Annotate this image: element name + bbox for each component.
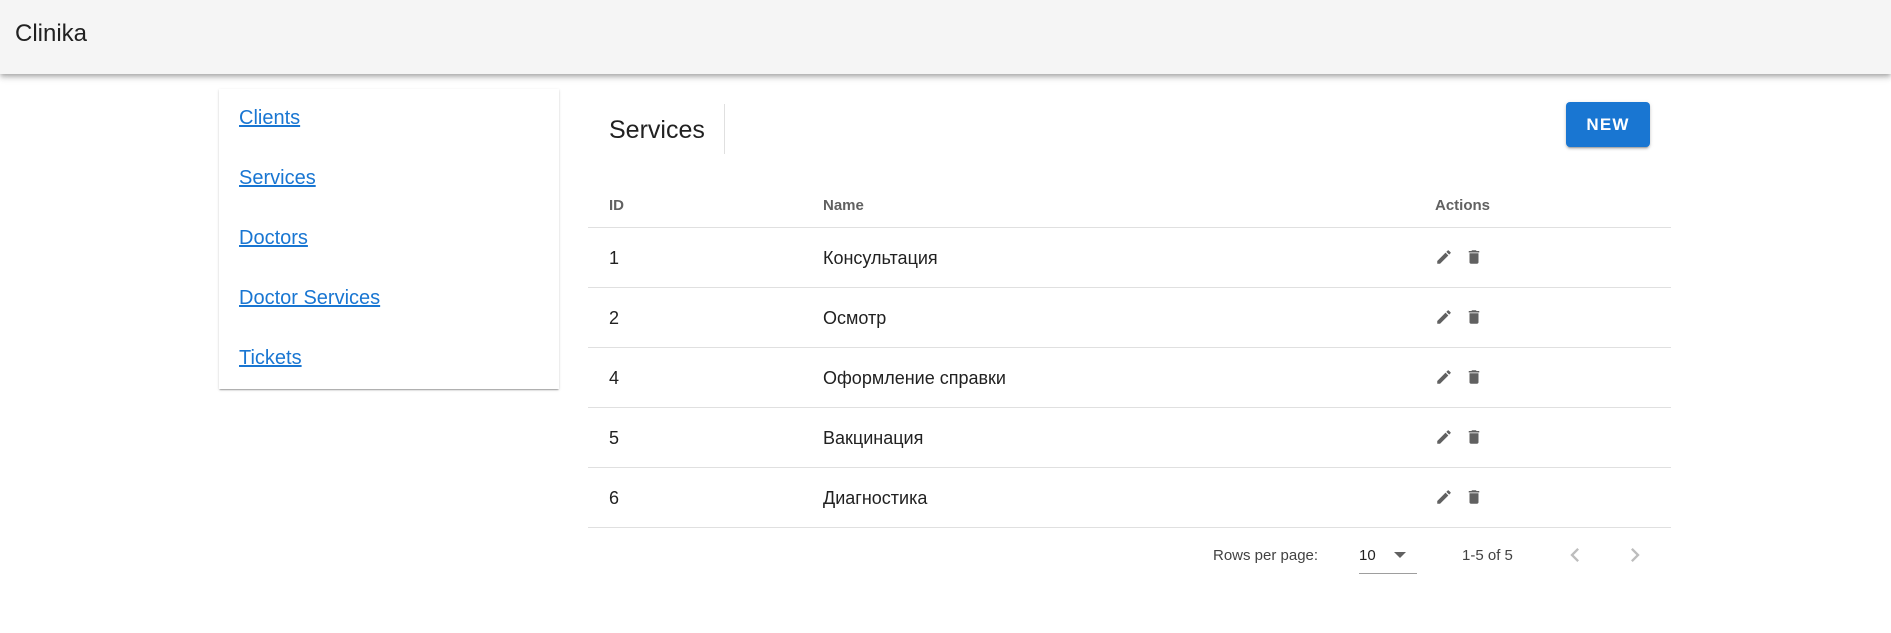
- cell-name: Осмотр: [823, 308, 887, 328]
- cell-id: 4: [609, 368, 620, 388]
- chevron-right-icon[interactable]: [1621, 541, 1649, 569]
- table-row: 6 Диагностика: [588, 468, 1671, 528]
- column-header-actions: Actions: [1435, 197, 1491, 214]
- app-title: Clinika: [15, 20, 88, 47]
- page-title: Services: [609, 116, 705, 144]
- trash-icon[interactable]: [1465, 488, 1483, 506]
- main-content: Services NEW ID Name Actions 1 Консульта…: [588, 74, 1671, 633]
- pencil-icon[interactable]: [1435, 308, 1453, 326]
- trash-icon[interactable]: [1465, 428, 1483, 446]
- cell-id: 1: [609, 248, 620, 268]
- table-header: ID Name Actions: [588, 167, 1671, 228]
- app-bar: Clinika: [0, 0, 1891, 74]
- table-row: 2 Осмотр: [588, 288, 1671, 348]
- sidebar-item-clients[interactable]: Clients: [239, 107, 300, 130]
- table-row: 5 Вакцинация: [588, 408, 1671, 468]
- sidebar-item-doctor-services[interactable]: Doctor Services: [239, 287, 380, 310]
- cell-id: 2: [609, 308, 620, 328]
- services-table: ID Name Actions 1 Консультация 2 Осмотр: [588, 167, 1671, 528]
- rows-per-page-label: Rows per page:: [1213, 547, 1319, 564]
- cell-name: Вакцинация: [823, 428, 924, 448]
- sidebar-item-doctors[interactable]: Doctors: [239, 227, 308, 250]
- cell-id: 6: [609, 488, 620, 508]
- table-row: 1 Консультация: [588, 228, 1671, 288]
- cell-name: Диагностика: [823, 488, 928, 508]
- pencil-icon[interactable]: [1435, 368, 1453, 386]
- pencil-icon[interactable]: [1435, 488, 1453, 506]
- sidebar-nav: Clients Services Doctors Doctor Services…: [219, 89, 559, 389]
- trash-icon[interactable]: [1465, 368, 1483, 386]
- pencil-icon[interactable]: [1435, 248, 1453, 266]
- column-header-id[interactable]: ID: [609, 197, 624, 214]
- cell-id: 5: [609, 428, 620, 448]
- pencil-icon[interactable]: [1435, 428, 1453, 446]
- table-row: 4 Оформление справки: [588, 348, 1671, 408]
- sidebar-item-tickets[interactable]: Tickets: [239, 347, 302, 370]
- new-button[interactable]: NEW: [1566, 102, 1650, 147]
- table-pagination: Rows per page: 10 1-5 of 5: [588, 537, 1671, 587]
- pagination-range: 1-5 of 5: [1462, 547, 1513, 564]
- cell-name: Консультация: [823, 248, 938, 268]
- rows-per-page-value: 10: [1359, 547, 1376, 564]
- trash-icon[interactable]: [1465, 308, 1483, 326]
- rows-per-page-select[interactable]: 10: [1359, 537, 1417, 574]
- column-header-name[interactable]: Name: [823, 197, 864, 214]
- sidebar-item-services[interactable]: Services: [239, 167, 316, 190]
- title-divider: [724, 104, 725, 154]
- caret-down-icon: [1394, 552, 1406, 558]
- cell-name: Оформление справки: [823, 368, 1006, 388]
- trash-icon[interactable]: [1465, 248, 1483, 266]
- chevron-left-icon[interactable]: [1561, 541, 1589, 569]
